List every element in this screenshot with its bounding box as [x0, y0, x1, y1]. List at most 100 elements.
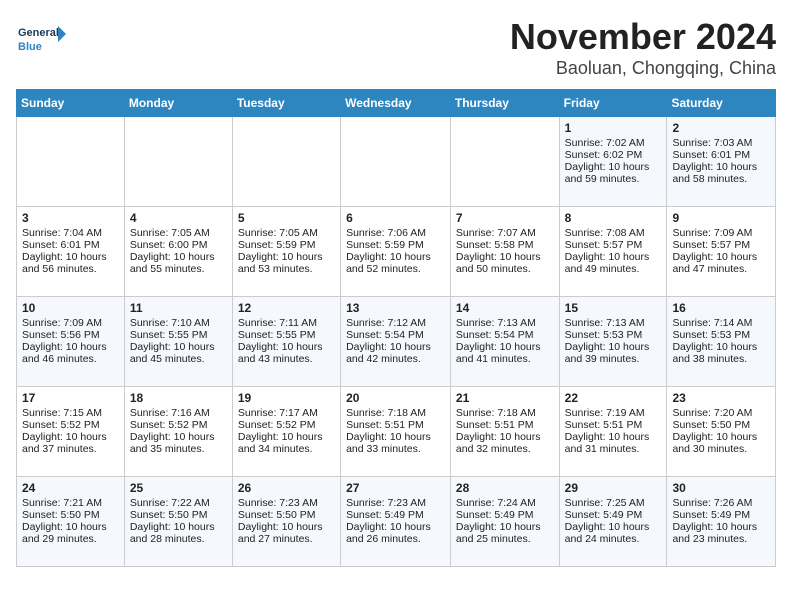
day-number: 6 — [346, 211, 445, 225]
day-info: Daylight: 10 hours and 26 minutes. — [346, 521, 445, 545]
calendar-cell: 11Sunrise: 7:10 AMSunset: 5:55 PMDayligh… — [124, 297, 232, 387]
calendar-cell: 28Sunrise: 7:24 AMSunset: 5:49 PMDayligh… — [450, 477, 559, 567]
day-info: Sunset: 5:51 PM — [565, 419, 662, 431]
calendar-cell: 15Sunrise: 7:13 AMSunset: 5:53 PMDayligh… — [559, 297, 667, 387]
day-info: Sunset: 5:49 PM — [456, 509, 554, 521]
day-info: Sunset: 6:00 PM — [130, 239, 227, 251]
calendar-cell: 9Sunrise: 7:09 AMSunset: 5:57 PMDaylight… — [667, 207, 776, 297]
header-day-sunday: Sunday — [17, 90, 125, 117]
day-number: 30 — [672, 481, 770, 495]
day-info: Sunset: 5:57 PM — [565, 239, 662, 251]
day-info: Sunset: 5:49 PM — [565, 509, 662, 521]
calendar-cell: 17Sunrise: 7:15 AMSunset: 5:52 PMDayligh… — [17, 387, 125, 477]
day-number: 8 — [565, 211, 662, 225]
day-info: Sunset: 5:54 PM — [456, 329, 554, 341]
day-info: Sunrise: 7:18 AM — [456, 407, 554, 419]
header: General Blue November 2024 Baoluan, Chon… — [16, 16, 776, 79]
day-info: Daylight: 10 hours and 38 minutes. — [672, 341, 770, 365]
day-info: Sunset: 5:57 PM — [672, 239, 770, 251]
day-number: 3 — [22, 211, 119, 225]
calendar-cell: 26Sunrise: 7:23 AMSunset: 5:50 PMDayligh… — [232, 477, 340, 567]
calendar-week-5: 24Sunrise: 7:21 AMSunset: 5:50 PMDayligh… — [17, 477, 776, 567]
day-info: Sunrise: 7:22 AM — [130, 497, 227, 509]
day-number: 26 — [238, 481, 335, 495]
day-info: Sunrise: 7:26 AM — [672, 497, 770, 509]
day-number: 16 — [672, 301, 770, 315]
day-info: Sunrise: 7:13 AM — [565, 317, 662, 329]
day-info: Daylight: 10 hours and 59 minutes. — [565, 161, 662, 185]
day-info: Daylight: 10 hours and 42 minutes. — [346, 341, 445, 365]
day-info: Sunset: 5:54 PM — [346, 329, 445, 341]
day-info: Sunset: 6:01 PM — [22, 239, 119, 251]
day-info: Sunset: 5:50 PM — [130, 509, 227, 521]
day-info: Daylight: 10 hours and 41 minutes. — [456, 341, 554, 365]
day-number: 27 — [346, 481, 445, 495]
day-info: Daylight: 10 hours and 31 minutes. — [565, 431, 662, 455]
day-number: 12 — [238, 301, 335, 315]
calendar-week-3: 10Sunrise: 7:09 AMSunset: 5:56 PMDayligh… — [17, 297, 776, 387]
day-number: 5 — [238, 211, 335, 225]
day-info: Sunset: 5:59 PM — [238, 239, 335, 251]
day-info: Sunset: 5:50 PM — [672, 419, 770, 431]
day-info: Sunrise: 7:06 AM — [346, 227, 445, 239]
location-title: Baoluan, Chongqing, China — [510, 58, 776, 79]
day-info: Sunrise: 7:19 AM — [565, 407, 662, 419]
header-day-thursday: Thursday — [450, 90, 559, 117]
header-day-tuesday: Tuesday — [232, 90, 340, 117]
day-info: Sunset: 5:51 PM — [346, 419, 445, 431]
calendar-cell: 4Sunrise: 7:05 AMSunset: 6:00 PMDaylight… — [124, 207, 232, 297]
day-info: Sunrise: 7:09 AM — [22, 317, 119, 329]
day-info: Daylight: 10 hours and 35 minutes. — [130, 431, 227, 455]
day-info: Daylight: 10 hours and 37 minutes. — [22, 431, 119, 455]
day-info: Sunrise: 7:16 AM — [130, 407, 227, 419]
day-info: Sunset: 5:58 PM — [456, 239, 554, 251]
day-info: Daylight: 10 hours and 24 minutes. — [565, 521, 662, 545]
day-info: Sunset: 5:59 PM — [346, 239, 445, 251]
calendar-header-row: SundayMondayTuesdayWednesdayThursdayFrid… — [17, 90, 776, 117]
calendar-cell: 3 Sunrise: 7:04 AMSunset: 6:01 PMDaylight… — [17, 207, 125, 297]
day-number: 11 — [130, 301, 227, 315]
logo: General Blue — [16, 16, 66, 66]
calendar-cell: 18Sunrise: 7:16 AMSunset: 5:52 PMDayligh… — [124, 387, 232, 477]
day-info: Daylight: 10 hours and 45 minutes. — [130, 341, 227, 365]
day-info: Daylight: 10 hours and 52 minutes. — [346, 251, 445, 275]
day-info: Sunset: 5:55 PM — [130, 329, 227, 341]
day-info: Sunrise: 7:04 AM — [22, 227, 119, 239]
day-number: 28 — [456, 481, 554, 495]
day-info: Sunset: 5:53 PM — [565, 329, 662, 341]
day-info: Sunset: 6:02 PM — [565, 149, 662, 161]
day-info: Daylight: 10 hours and 33 minutes. — [346, 431, 445, 455]
day-info: Daylight: 10 hours and 25 minutes. — [456, 521, 554, 545]
day-number: 22 — [565, 391, 662, 405]
calendar-cell: 7Sunrise: 7:07 AMSunset: 5:58 PMDaylight… — [450, 207, 559, 297]
day-number: 10 — [22, 301, 119, 315]
day-info: Sunrise: 7:05 AM — [130, 227, 227, 239]
calendar-cell: 10Sunrise: 7:09 AMSunset: 5:56 PMDayligh… — [17, 297, 125, 387]
day-info: Sunrise: 7:05 AM — [238, 227, 335, 239]
day-info: Sunset: 5:52 PM — [22, 419, 119, 431]
svg-text:Blue: Blue — [18, 41, 42, 53]
day-info: Sunrise: 7:09 AM — [672, 227, 770, 239]
calendar-cell: 23Sunrise: 7:20 AMSunset: 5:50 PMDayligh… — [667, 387, 776, 477]
calendar-cell — [450, 117, 559, 207]
calendar-cell — [341, 117, 451, 207]
calendar-table: SundayMondayTuesdayWednesdayThursdayFrid… — [16, 89, 776, 567]
svg-text:General: General — [18, 27, 59, 39]
header-day-wednesday: Wednesday — [341, 90, 451, 117]
calendar-cell — [124, 117, 232, 207]
calendar-cell: 24Sunrise: 7:21 AMSunset: 5:50 PMDayligh… — [17, 477, 125, 567]
day-info: Daylight: 10 hours and 27 minutes. — [238, 521, 335, 545]
day-info: Daylight: 10 hours and 46 minutes. — [22, 341, 119, 365]
day-info: Daylight: 10 hours and 50 minutes. — [456, 251, 554, 275]
day-info: Sunrise: 7:17 AM — [238, 407, 335, 419]
day-info: Daylight: 10 hours and 56 minutes. — [22, 251, 119, 275]
day-number: 1 — [565, 121, 662, 135]
day-info: Daylight: 10 hours and 23 minutes. — [672, 521, 770, 545]
day-info: Sunrise: 7:03 AM — [672, 137, 770, 149]
day-info: Daylight: 10 hours and 43 minutes. — [238, 341, 335, 365]
day-number: 15 — [565, 301, 662, 315]
day-number: 20 — [346, 391, 445, 405]
day-info: Sunrise: 7:07 AM — [456, 227, 554, 239]
calendar-cell: 5Sunrise: 7:05 AMSunset: 5:59 PMDaylight… — [232, 207, 340, 297]
day-info: Sunset: 5:52 PM — [238, 419, 335, 431]
